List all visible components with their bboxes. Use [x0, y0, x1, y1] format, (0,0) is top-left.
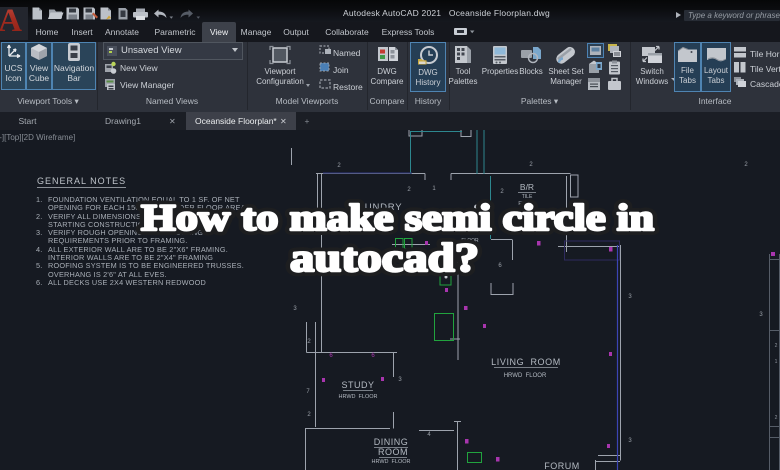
- svg-text:HRWD FLOOR: HRWD FLOOR: [504, 373, 547, 379]
- svg-text:2: 2: [307, 339, 311, 345]
- svg-text:6: 6: [371, 353, 375, 359]
- svg-text:ROOM: ROOM: [378, 447, 408, 457]
- svg-text:3: 3: [759, 312, 763, 318]
- svg-text:2: 2: [529, 162, 533, 168]
- svg-text:4: 4: [427, 432, 431, 438]
- svg-text:DINING: DINING: [374, 437, 409, 447]
- svg-text:3: 3: [293, 306, 297, 312]
- svg-text:2: 2: [775, 415, 778, 421]
- svg-text:2: 2: [744, 162, 748, 168]
- svg-text:FORUM: FORUM: [544, 461, 580, 470]
- svg-text:2: 2: [775, 343, 778, 349]
- svg-text:How to make semi circle in: How to make semi circle in: [141, 198, 654, 239]
- svg-text:A: A: [0, 3, 22, 39]
- svg-text:3: 3: [628, 438, 632, 444]
- svg-text:7: 7: [306, 389, 310, 395]
- svg-text:2: 2: [307, 412, 311, 418]
- svg-text:HRWD FLOOR: HRWD FLOOR: [371, 459, 410, 465]
- svg-text:2: 2: [337, 163, 341, 169]
- svg-text:LIVING ROOM: LIVING ROOM: [491, 357, 561, 367]
- svg-text:autocad?: autocad?: [290, 235, 479, 280]
- svg-text:3: 3: [398, 377, 402, 383]
- svg-text:6: 6: [329, 353, 333, 359]
- svg-text:1: 1: [775, 359, 778, 365]
- svg-text:STUDY: STUDY: [341, 380, 374, 390]
- svg-text:HRWD FLOOR: HRWD FLOOR: [338, 394, 377, 400]
